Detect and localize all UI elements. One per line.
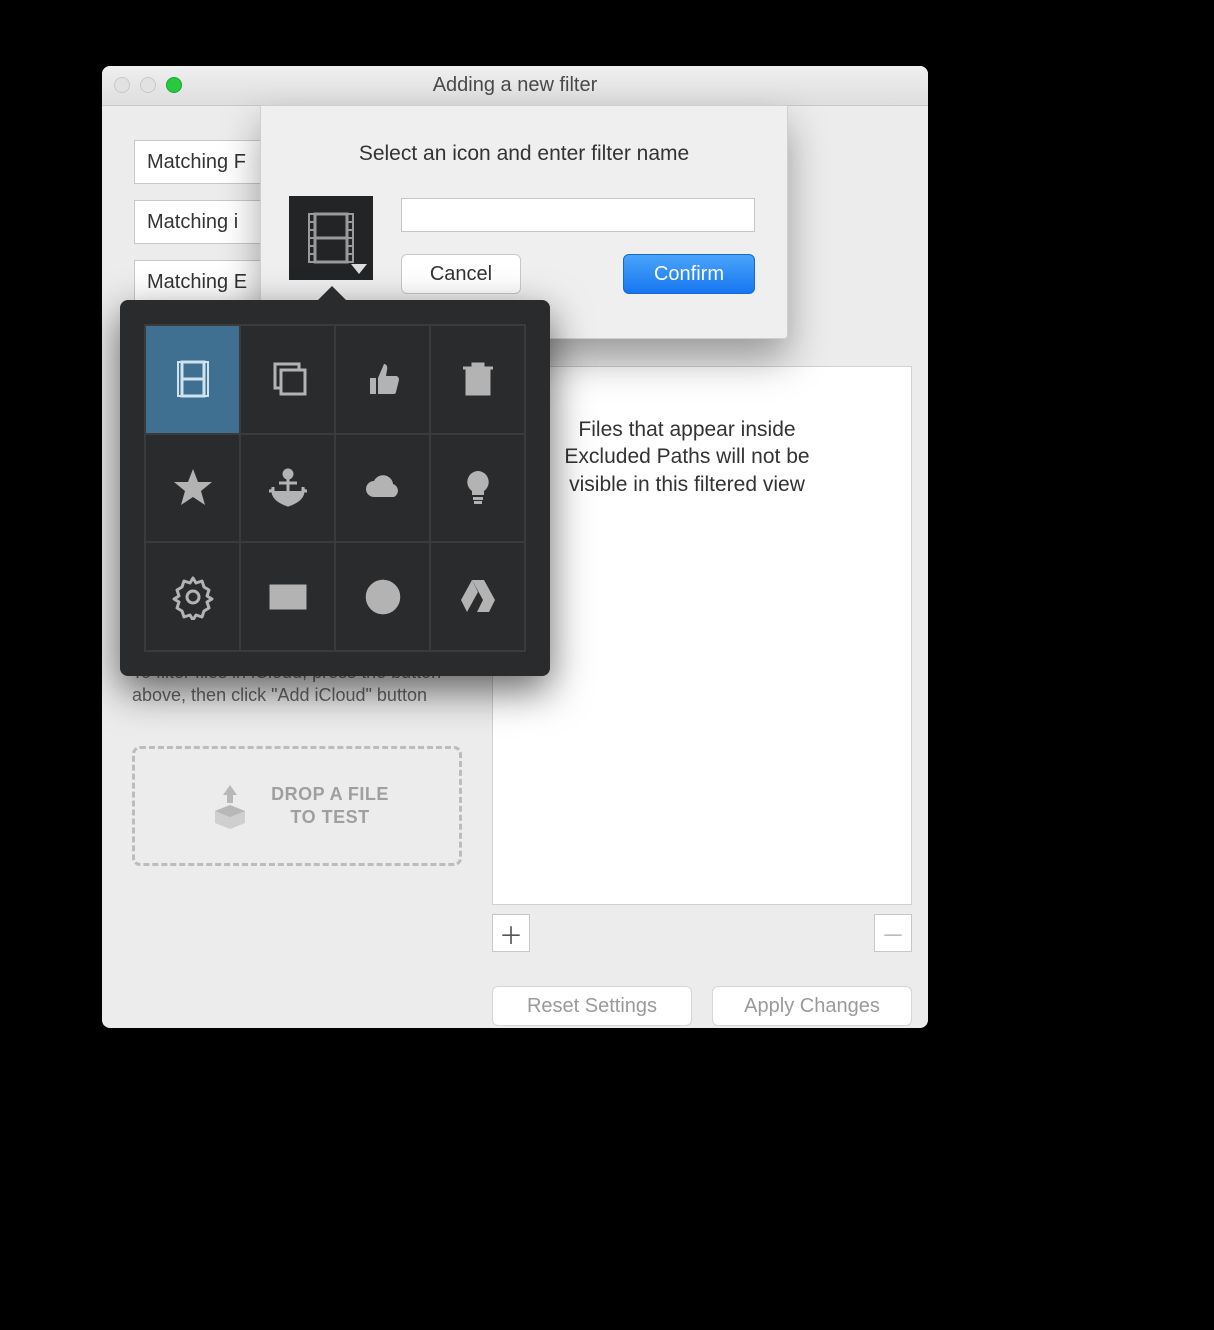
icon-option-globe[interactable] xyxy=(335,542,430,651)
dropzone-icon xyxy=(205,781,255,831)
matching-button-3[interactable]: Matching E xyxy=(134,260,270,304)
dropzone-label: DROP A FILE TO TEST xyxy=(271,783,389,830)
reset-settings-button[interactable]: Reset Settings xyxy=(492,986,692,1026)
zoom-window-icon[interactable] xyxy=(166,77,182,93)
icon-option-film[interactable] xyxy=(145,325,240,434)
window-controls xyxy=(114,77,182,93)
icon-option-drive[interactable] xyxy=(430,542,525,651)
sheet-prompt: Select an icon and enter filter name xyxy=(261,142,787,166)
titlebar: Adding a new filter xyxy=(102,66,928,106)
window-content: Matching F Matching i Matching E Files t… xyxy=(102,106,928,1028)
test-file-dropzone[interactable]: DROP A FILE TO TEST xyxy=(132,746,462,866)
window-title: Adding a new filter xyxy=(433,74,598,97)
icon-option-thumbs-up[interactable] xyxy=(335,325,430,434)
icon-picker-button[interactable] xyxy=(289,196,373,280)
excluded-paths-info: Files that appear inside Excluded Paths … xyxy=(547,416,827,498)
dropzone-label-line1: DROP A FILE xyxy=(271,783,389,806)
icon-option-anchor[interactable] xyxy=(240,434,335,543)
cancel-button[interactable]: Cancel xyxy=(401,254,521,294)
dialog-window: Adding a new filter Matching F Matching … xyxy=(102,66,928,1028)
icon-option-bulb[interactable] xyxy=(430,434,525,543)
icon-option-cloud[interactable] xyxy=(335,434,430,543)
add-path-button[interactable]: ＋ xyxy=(492,914,530,952)
filter-name-input[interactable] xyxy=(401,198,755,232)
close-window-icon[interactable] xyxy=(114,77,130,93)
icon-option-trash[interactable] xyxy=(430,325,525,434)
icon-option-star[interactable] xyxy=(145,434,240,543)
minimize-window-icon[interactable] xyxy=(140,77,156,93)
icon-option-stack[interactable] xyxy=(240,325,335,434)
confirm-button[interactable]: Confirm xyxy=(623,254,755,294)
icon-option-mail[interactable] xyxy=(240,542,335,651)
icon-option-gear[interactable] xyxy=(145,542,240,651)
icon-grid xyxy=(144,324,526,652)
apply-changes-button[interactable]: Apply Changes xyxy=(712,986,912,1026)
dropzone-label-line2: TO TEST xyxy=(271,806,389,829)
icon-picker-popover xyxy=(120,300,550,676)
matching-button-1[interactable]: Matching F xyxy=(134,140,270,184)
chevron-down-icon xyxy=(351,264,367,274)
matching-button-2[interactable]: Matching i xyxy=(134,200,270,244)
remove-path-button[interactable]: － xyxy=(874,914,912,952)
